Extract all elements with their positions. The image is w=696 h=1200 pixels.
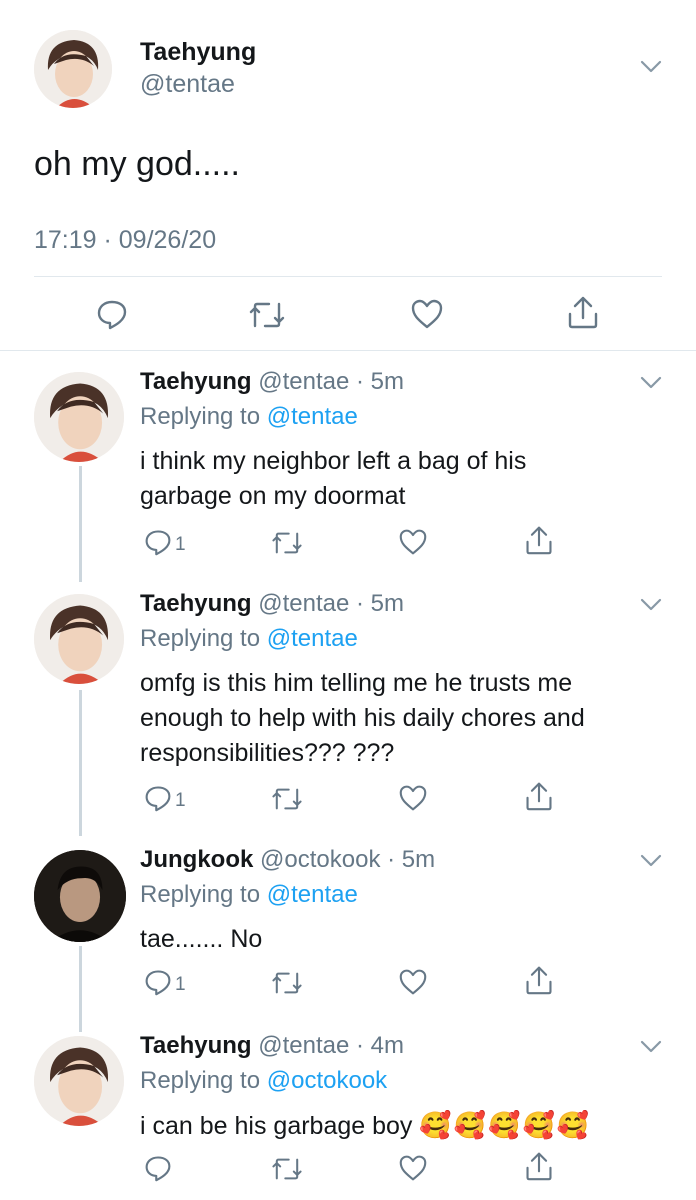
reply-author-handle[interactable]: @tentae [258,368,349,395]
main-tweet-handle[interactable]: @tentae [140,70,235,99]
main-tweet-name[interactable]: Taehyung [140,38,256,67]
chevron-down-icon[interactable] [640,598,662,612]
reply-icon[interactable] [96,298,128,330]
reply-header: Taehyung @tentae · 5m [140,589,404,619]
retweet-icon[interactable] [270,786,304,812]
replying-to: Replying to @tentae [140,880,358,910]
reply-icon[interactable] [144,1154,172,1182]
like-icon[interactable] [398,1154,428,1182]
reply-author-name[interactable]: Taehyung [140,368,252,395]
chevron-down-icon[interactable] [640,854,662,868]
reply-text-line: tae....... No [140,925,263,953]
reply-author-handle[interactable]: @tentae [258,1032,349,1059]
like-icon[interactable] [398,784,428,812]
share-icon[interactable] [524,964,554,996]
share-icon[interactable] [524,524,554,556]
like-icon[interactable] [410,298,444,330]
replying-to-label: Replying to [140,403,261,430]
like-icon[interactable] [398,528,428,556]
replying-to-link[interactable]: @octokook [267,1067,387,1094]
reply-text-line: enough to help with his daily chores and [140,704,585,732]
retweet-icon[interactable] [247,300,287,330]
chevron-down-icon[interactable] [640,1040,662,1054]
replying-to-link[interactable]: @tentae [267,403,358,430]
smiling-hearts-emoji: 🥰🥰🥰🥰🥰 [419,1110,592,1140]
replying-to-link[interactable]: @tentae [267,625,358,652]
replying-to: Replying to @tentae [140,624,358,654]
reply-time[interactable]: · 5m [356,590,404,617]
section-divider [0,350,696,351]
like-icon[interactable] [398,968,428,996]
reply-time[interactable]: · 5m [356,368,404,395]
reply-count: 1 [175,790,186,811]
reply-text-line: i can be his garbage boy [140,1112,413,1140]
replying-to-label: Replying to [140,1067,261,1094]
share-icon[interactable] [524,1150,554,1182]
reply-author-name[interactable]: Jungkook [140,846,253,873]
retweet-icon[interactable] [270,530,304,556]
reply-text: i can be his garbage boy 🥰🥰🥰🥰🥰 [140,1108,680,1144]
reply-text-line: i think my neighbor left a bag of his [140,447,527,475]
reply-header: Jungkook @octokook · 5m [140,845,435,875]
main-tweet-divider [34,276,662,277]
chevron-down-icon[interactable] [640,376,662,390]
thread-line [79,466,82,582]
share-icon[interactable] [524,780,554,812]
reply-author-name[interactable]: Taehyung [140,1032,252,1059]
reply-text-line: omfg is this him telling me he trusts me [140,669,573,697]
reply-author-name[interactable]: Taehyung [140,590,252,617]
retweet-icon[interactable] [270,1156,304,1182]
reply-header: Taehyung @tentae · 5m [140,367,404,397]
replying-to: Replying to @tentae [140,402,358,432]
avatar-taehyung[interactable] [34,30,112,108]
avatar-taehyung[interactable] [34,372,124,462]
reply-text: omfg is this him telling me he trusts me… [140,666,680,771]
main-tweet-timestamp[interactable]: 17:19 · 09/26/20 [34,226,216,255]
reply-icon[interactable] [144,528,172,556]
reply-text-line: responsibilities??? ??? [140,739,395,767]
thread-line [79,690,82,836]
replying-to-link[interactable]: @tentae [267,881,358,908]
chevron-down-icon[interactable] [640,60,662,74]
reply-author-handle[interactable]: @octokook [260,846,380,873]
replying-to-label: Replying to [140,625,261,652]
thread-line [79,946,82,1032]
share-icon[interactable] [566,294,600,330]
main-tweet-text: oh my god..... [34,145,240,183]
avatar-jungkook[interactable] [34,850,126,942]
reply-author-handle[interactable]: @tentae [258,590,349,617]
reply-header: Taehyung @tentae · 4m [140,1031,404,1061]
retweet-icon[interactable] [270,970,304,996]
reply-icon[interactable] [144,784,172,812]
replying-to-label: Replying to [140,881,261,908]
reply-text: tae....... No [140,922,680,957]
reply-text-line: garbage on my doormat [140,482,406,510]
avatar-taehyung[interactable] [34,1036,124,1126]
reply-time[interactable]: · 4m [356,1032,404,1059]
avatar-taehyung[interactable] [34,594,124,684]
reply-time[interactable]: · 5m [387,846,435,873]
reply-count: 1 [175,534,186,555]
reply-count: 1 [175,974,186,995]
reply-text: i think my neighbor left a bag of his ga… [140,444,680,514]
reply-icon[interactable] [144,968,172,996]
replying-to: Replying to @octokook [140,1066,387,1096]
